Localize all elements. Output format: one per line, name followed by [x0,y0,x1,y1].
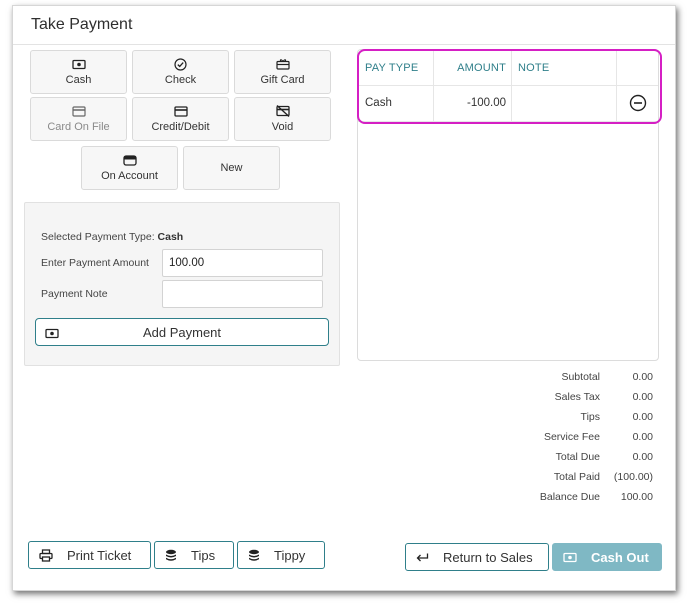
cash-icon [563,552,577,563]
coins-icon [165,549,177,562]
cash-icon [45,327,59,342]
totals-summary: Subtotal 0.00 Sales Tax 0.00 Tips 0.00 Serv… [493,368,655,508]
total-row: Subtotal 0.00 [493,368,655,388]
add-payment-button[interactable]: Add Payment [35,318,329,346]
title-divider [13,44,675,45]
pay-type-label: New [220,162,243,174]
wallet-icon [122,154,137,166]
pay-type-card-on-file-button[interactable]: Card On File [30,97,127,141]
total-value: 100.00 [620,491,653,503]
total-row: Total Paid (100.00) [493,468,655,488]
selected-type-value: Cash [157,231,184,243]
payments-grid: PAY TYPE AMOUNT NOTE Cash -100.00 [357,49,659,361]
gift-card-icon [275,58,290,70]
total-value: 0.00 [632,411,653,423]
pay-type-label: Card On File [47,121,110,133]
total-value: 0.00 [632,451,653,463]
check-circle-icon [174,57,188,71]
total-row: Sales Tax 0.00 [493,388,655,408]
total-label: Total Due [555,451,600,463]
total-value: 0.00 [632,391,653,403]
cash-icon [71,58,86,70]
pay-type-void-button[interactable]: Void [234,97,331,141]
tips-button[interactable]: Tips [154,541,234,569]
column-divider [511,50,512,121]
total-label: Subtotal [561,371,600,383]
coins-icon [248,549,260,562]
row-divider [358,121,658,122]
pay-type-label: On Account [101,170,158,182]
pay-type-label: Check [164,74,197,86]
pay-type-gift-card-button[interactable]: Gift Card [234,50,331,94]
add-payment-label: Add Payment [142,324,222,340]
dialog-title: Take Payment [31,16,133,33]
return-arrow-icon [416,552,429,563]
print-ticket-label: Print Ticket [67,547,132,563]
column-header-pay-type[interactable]: PAY TYPE [365,50,418,85]
amount-label: Enter Payment Amount [41,257,149,269]
print-ticket-button[interactable]: Print Ticket [28,541,151,569]
pay-type-label: Credit/Debit [151,121,210,133]
cell-pay-type: Cash [365,97,392,109]
total-row: Tips 0.00 [493,408,655,428]
pay-type-cash-button[interactable]: Cash [30,50,127,94]
header-divider [358,85,658,86]
pay-type-new-button[interactable]: New [183,146,280,190]
pay-type-label: Cash [65,74,92,86]
total-label: Sales Tax [554,391,600,403]
total-row: Total Due 0.00 [493,448,655,468]
total-label: Total Paid [553,471,600,483]
total-label: Tips [580,411,600,423]
cell-amount: -100.00 [466,97,506,109]
payment-note-input[interactable] [162,280,323,308]
cash-out-label: Cash Out [591,549,649,565]
cash-out-button[interactable]: Cash Out [552,543,662,571]
payment-amount-input[interactable]: 100.00 [162,249,323,277]
card-icon [71,105,86,117]
selected-payment-type: Selected Payment Type: Cash [41,231,183,243]
total-label: Balance Due [539,491,600,503]
credit-card-icon [173,105,188,117]
pay-type-credit-debit-button[interactable]: Credit/Debit [132,97,229,141]
printer-icon [39,548,53,562]
return-to-sales-button[interactable]: Return to Sales [405,543,549,571]
payment-entry-panel: Selected Payment Type: Cash Enter Paymen… [24,202,340,366]
return-to-sales-label: Return to Sales [443,549,533,565]
take-payment-dialog: Take Payment Cash Check Gift Card Card O… [12,5,676,591]
tippy-button[interactable]: Tippy [237,541,325,569]
pay-type-label: Gift Card [260,74,305,86]
total-value: (100.00) [613,471,653,483]
pay-type-check-button[interactable]: Check [132,50,229,94]
remove-payment-icon[interactable] [629,85,647,121]
total-row: Service Fee 0.00 [493,428,655,448]
note-label: Payment Note [41,288,108,300]
total-value: 0.00 [632,371,653,383]
tips-label: Tips [191,547,216,563]
pay-type-label: Void [271,121,294,133]
column-divider [616,50,617,121]
total-row: Balance Due 100.00 [493,488,655,508]
column-header-amount[interactable]: AMOUNT [433,50,506,85]
total-value: 0.00 [632,431,653,443]
tippy-label: Tippy [274,547,306,563]
total-label: Service Fee [543,431,600,443]
column-header-note[interactable]: NOTE [518,50,549,85]
pay-type-on-account-button[interactable]: On Account [81,146,178,190]
void-card-icon [275,105,290,117]
selected-type-label: Selected Payment Type: [41,231,155,243]
